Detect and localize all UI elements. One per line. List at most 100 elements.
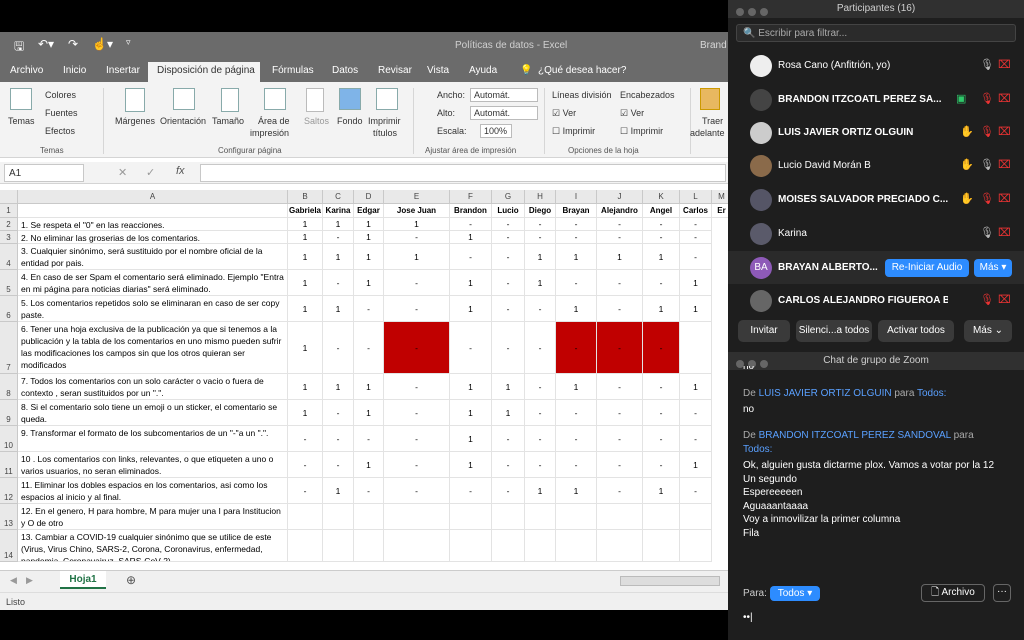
cell[interactable]: - <box>354 296 384 322</box>
camera-off-icon[interactable]: ⌧ <box>998 192 1011 205</box>
column-header[interactable]: D <box>354 190 384 204</box>
saltos-button[interactable]: Saltos <box>304 116 329 126</box>
cell[interactable]: - <box>492 452 525 478</box>
cell[interactable]: - <box>323 270 354 296</box>
cell[interactable]: 12. En el genero, H para hombre, M para … <box>18 504 288 530</box>
cell[interactable]: 1 <box>450 374 492 400</box>
tab-inicio[interactable]: Inicio <box>63 65 86 76</box>
headings-print-checkbox[interactable]: ☐ Imprimir <box>620 126 663 137</box>
cell[interactable] <box>556 504 597 530</box>
participant-row[interactable]: Rosa Cano (Anfitrión, yo) 🎙 ⌧ <box>728 49 1024 82</box>
cell[interactable] <box>643 504 680 530</box>
cell[interactable]: - <box>643 374 680 400</box>
orientation-icon[interactable] <box>173 88 195 110</box>
cell[interactable] <box>384 530 450 562</box>
row-header[interactable]: 10 <box>0 426 18 452</box>
select-all[interactable] <box>0 190 18 204</box>
cell[interactable]: - <box>525 452 556 478</box>
mic-muted-icon[interactable]: 🎙 <box>980 192 994 205</box>
column-header[interactable]: F <box>450 190 492 204</box>
cell[interactable]: - <box>556 400 597 426</box>
cell[interactable]: - <box>556 218 597 231</box>
cell[interactable]: - <box>492 218 525 231</box>
tab-revisar[interactable]: Revisar <box>378 65 412 76</box>
participant-row[interactable]: MOISES SALVADOR PRECIADO C... ✋ 🎙 ⌧ <box>728 183 1024 216</box>
header-cell[interactable]: Diego <box>525 204 556 218</box>
cell[interactable]: - <box>597 374 643 400</box>
cell[interactable] <box>323 504 354 530</box>
cell[interactable]: - <box>680 231 712 244</box>
mute-all-button[interactable]: Silenci...a todos <box>796 320 872 342</box>
cell[interactable]: 1 <box>680 452 712 478</box>
bring-forward-icon[interactable] <box>700 88 720 110</box>
imprimir-titulos-button[interactable]: Imprimir <box>368 116 401 126</box>
breaks-icon[interactable] <box>306 88 324 112</box>
cell[interactable]: 1 <box>354 374 384 400</box>
cell[interactable]: 1 <box>323 244 354 270</box>
cell[interactable]: - <box>288 452 323 478</box>
cell[interactable]: - <box>384 374 450 400</box>
cell[interactable]: 5. Los comentarios repetidos solo se eli… <box>18 296 288 322</box>
cell[interactable]: 11. Eliminar los dobles espacios en los … <box>18 478 288 504</box>
cell[interactable]: - <box>450 478 492 504</box>
cell[interactable]: 1 <box>354 270 384 296</box>
colores-button[interactable]: Colores <box>45 90 76 100</box>
cell[interactable]: - <box>492 478 525 504</box>
header-cell[interactable]: Jose Juan <box>384 204 450 218</box>
header-cell[interactable]: Gabriela <box>288 204 323 218</box>
row-header[interactable]: 8 <box>0 374 18 400</box>
recipient-select[interactable]: Todos ▾ <box>770 586 820 601</box>
cell[interactable]: 1 <box>450 231 492 244</box>
cell[interactable]: 1 <box>450 270 492 296</box>
invite-button[interactable]: Invitar <box>738 320 790 342</box>
undo-icon[interactable]: ↶▾ <box>38 37 54 51</box>
cell[interactable]: 6. Tener una hoja exclusiva de la public… <box>18 322 288 374</box>
column-header[interactable]: J <box>597 190 643 204</box>
cell[interactable]: 1 <box>597 244 643 270</box>
cell[interactable]: - <box>597 231 643 244</box>
column-header[interactable]: I <box>556 190 597 204</box>
size-icon[interactable] <box>221 88 239 112</box>
participant-row[interactable]: BRANDON ITZCOATL PEREZ SA... ▣ 🎙 ⌧ <box>728 83 1024 116</box>
cell[interactable]: - <box>597 270 643 296</box>
cell[interactable] <box>288 504 323 530</box>
tab-archivo[interactable]: Archivo <box>10 65 43 76</box>
window-controls[interactable] <box>736 5 772 23</box>
more-button[interactable]: Más ⌄ <box>964 320 1012 342</box>
header-cell[interactable]: Er <box>712 204 728 218</box>
cell[interactable]: 1 <box>288 374 323 400</box>
cell[interactable]: 1 <box>288 270 323 296</box>
header-cell[interactable]: Lucio <box>492 204 525 218</box>
column-header[interactable]: E <box>384 190 450 204</box>
chat-input[interactable]: ••| <box>743 612 753 623</box>
cell[interactable]: - <box>492 231 525 244</box>
cell[interactable]: 1 <box>680 296 712 322</box>
participant-row-hover[interactable]: BA BRAYAN ALBERTO... Re-Iniciar Audio Má… <box>728 251 1024 284</box>
name-box[interactable]: A1 <box>4 164 84 182</box>
cell[interactable]: 1 <box>450 452 492 478</box>
margins-icon[interactable] <box>125 88 145 112</box>
cell[interactable]: 1 <box>354 244 384 270</box>
mic-muted-icon[interactable]: 🎙 <box>980 92 994 105</box>
cell[interactable] <box>680 530 712 562</box>
cell[interactable]: - <box>556 452 597 478</box>
chat-more-button[interactable]: ··· <box>993 584 1011 602</box>
print-titles-icon[interactable] <box>376 88 398 110</box>
cell[interactable]: - <box>492 244 525 270</box>
row-header[interactable]: 11 <box>0 452 18 478</box>
cell[interactable]: - <box>525 374 556 400</box>
cell[interactable]: - <box>680 478 712 504</box>
mic-muted-icon[interactable]: 🎙 <box>980 293 994 306</box>
cell[interactable] <box>597 530 643 562</box>
enter-icon[interactable]: ✓ <box>146 166 155 179</box>
header-cell[interactable]: Carlos <box>680 204 712 218</box>
tab-vista[interactable]: Vista <box>427 65 449 76</box>
participant-row[interactable]: CARLOS ALEJANDRO FIGUEROA BAZ... 🎙 ⌧ <box>728 284 1024 317</box>
fondo-button[interactable]: Fondo <box>337 116 363 126</box>
cell[interactable]: 1. Se respeta el "0" en las reacciones. <box>18 218 288 231</box>
row-header[interactable]: 9 <box>0 400 18 426</box>
cell[interactable]: - <box>492 426 525 452</box>
margenes-button[interactable]: Márgenes <box>115 116 155 126</box>
column-header[interactable]: B <box>288 190 323 204</box>
cell[interactable]: 1 <box>354 452 384 478</box>
